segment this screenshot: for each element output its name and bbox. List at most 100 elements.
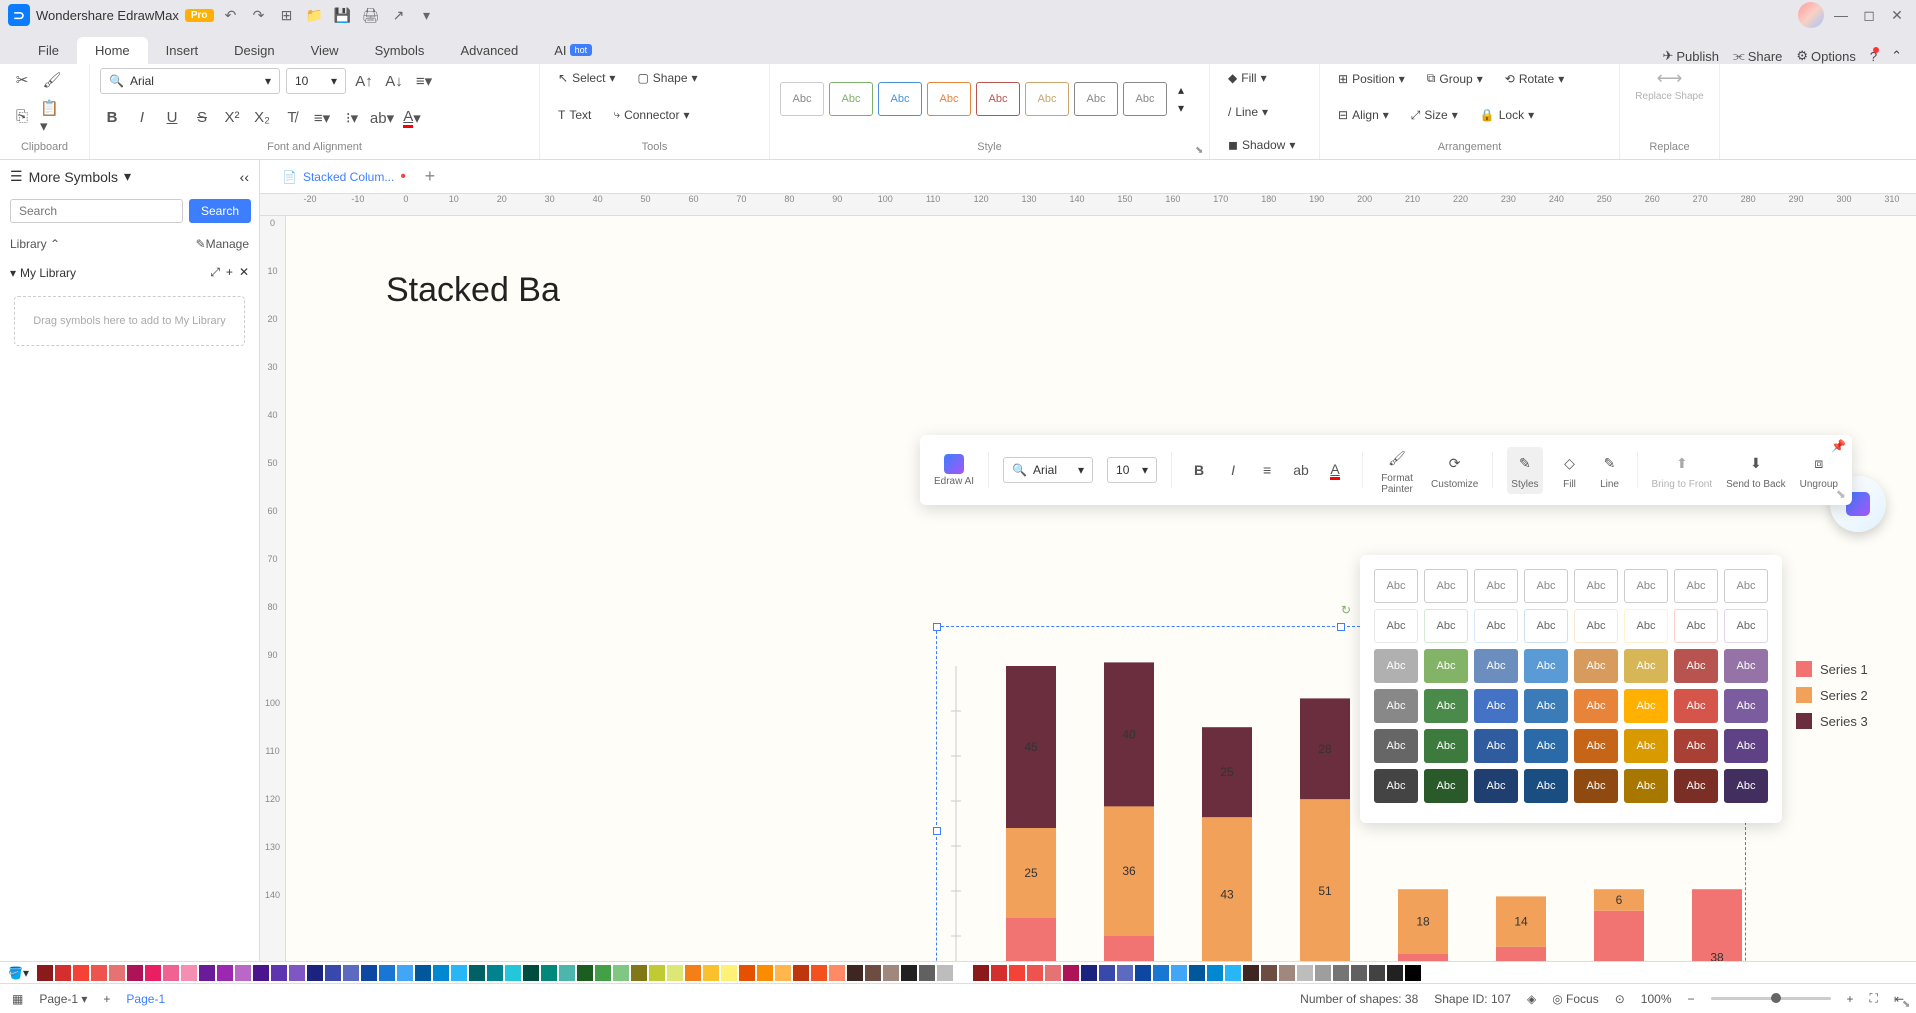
color-swatch[interactable] bbox=[1189, 965, 1205, 981]
color-swatch[interactable] bbox=[757, 965, 773, 981]
brush-icon[interactable]: 🖌 bbox=[40, 68, 64, 92]
float-bold-icon[interactable]: B bbox=[1186, 457, 1212, 483]
connector-button[interactable]: ⤷Connector▾ bbox=[605, 104, 697, 125]
search-input[interactable] bbox=[10, 199, 183, 223]
menu-view[interactable]: View bbox=[293, 37, 357, 64]
style-swatch[interactable]: Abc bbox=[1724, 569, 1768, 603]
color-swatch[interactable] bbox=[613, 965, 629, 981]
maximize-icon[interactable]: ◻ bbox=[1858, 4, 1880, 26]
line-button[interactable]: /Line▾ bbox=[1220, 102, 1309, 122]
layers-icon[interactable]: ◈ bbox=[1527, 992, 1536, 1006]
color-swatch[interactable] bbox=[1243, 965, 1259, 981]
color-swatch[interactable] bbox=[1279, 965, 1295, 981]
color-swatch[interactable] bbox=[235, 965, 251, 981]
color-swatch[interactable] bbox=[1171, 965, 1187, 981]
style-swatch[interactable]: Abc bbox=[1424, 729, 1468, 763]
options-button[interactable]: ⚙Options bbox=[1796, 48, 1855, 64]
pin-icon[interactable]: 📌 bbox=[1831, 439, 1846, 453]
zoom-thumb[interactable] bbox=[1771, 993, 1781, 1003]
copy-icon[interactable]: ⎘ bbox=[10, 105, 34, 129]
menu-ai[interactable]: AIhot bbox=[536, 37, 610, 64]
color-swatch[interactable] bbox=[847, 965, 863, 981]
style-swatch[interactable]: Abc bbox=[1474, 729, 1518, 763]
color-swatch[interactable] bbox=[883, 965, 899, 981]
search-button[interactable]: Search bbox=[189, 199, 251, 223]
color-swatch[interactable] bbox=[793, 965, 809, 981]
style-swatch[interactable]: Abc bbox=[1424, 649, 1468, 683]
color-swatch[interactable] bbox=[685, 965, 701, 981]
color-swatch[interactable] bbox=[1009, 965, 1025, 981]
menu-file[interactable]: File bbox=[20, 37, 77, 64]
increase-font-icon[interactable]: A↑ bbox=[352, 69, 376, 93]
style-swatch[interactable]: Abc bbox=[1674, 729, 1718, 763]
style-swatch[interactable]: Abc bbox=[1474, 569, 1518, 603]
style-swatch[interactable]: Abc bbox=[1374, 649, 1418, 683]
color-swatch[interactable] bbox=[1027, 965, 1043, 981]
help-button[interactable]: ? bbox=[1870, 49, 1877, 64]
color-swatch[interactable] bbox=[199, 965, 215, 981]
font-dialog-icon[interactable]: ⬊ bbox=[1902, 999, 1912, 1009]
clear-format-icon[interactable]: T̸ bbox=[280, 106, 304, 130]
color-swatch[interactable] bbox=[289, 965, 305, 981]
color-swatch[interactable] bbox=[379, 965, 395, 981]
style-swatch[interactable]: Abc bbox=[1074, 82, 1118, 116]
style-scroll-up-icon[interactable]: ▴ bbox=[1178, 83, 1184, 97]
color-swatch[interactable] bbox=[937, 965, 953, 981]
bar-segment[interactable] bbox=[1300, 799, 1350, 961]
color-swatch[interactable] bbox=[631, 965, 647, 981]
publish-button[interactable]: ✈Publish bbox=[1662, 48, 1719, 64]
style-scroll-down-icon[interactable]: ▾ bbox=[1178, 101, 1184, 115]
float-transform-icon[interactable]: ab bbox=[1288, 457, 1314, 483]
shape-button[interactable]: ▢Shape▾ bbox=[629, 68, 705, 88]
color-swatch[interactable] bbox=[361, 965, 377, 981]
paste-icon[interactable]: 📋▾ bbox=[40, 105, 64, 129]
select-button[interactable]: ↖Select▾ bbox=[550, 68, 623, 88]
bucket-icon[interactable]: 🪣▾ bbox=[8, 966, 29, 980]
my-library-row[interactable]: ▾ My Library⤢+✕ bbox=[0, 259, 259, 286]
menu-home[interactable]: Home bbox=[77, 37, 148, 64]
bullets-icon[interactable]: ⁝▾ bbox=[340, 106, 364, 130]
cut-icon[interactable]: ✂ bbox=[10, 68, 34, 92]
style-swatch[interactable]: Abc bbox=[1374, 609, 1418, 643]
style-swatch[interactable]: Abc bbox=[1674, 689, 1718, 723]
fullscreen-icon[interactable]: ⛶ bbox=[1870, 991, 1878, 1006]
style-swatch[interactable]: Abc bbox=[1574, 689, 1618, 723]
style-swatch[interactable]: Abc bbox=[1574, 609, 1618, 643]
styles-button[interactable]: ✎Styles bbox=[1507, 447, 1542, 494]
bar-segment[interactable] bbox=[1594, 911, 1644, 961]
color-swatch[interactable] bbox=[1045, 965, 1061, 981]
color-swatch[interactable] bbox=[1369, 965, 1385, 981]
style-swatch[interactable]: Abc bbox=[1674, 649, 1718, 683]
style-swatch[interactable]: Abc bbox=[1574, 569, 1618, 603]
format-painter-button[interactable]: 🖌Format Painter bbox=[1377, 445, 1417, 495]
page-tab[interactable]: Page-1 bbox=[126, 992, 165, 1006]
color-swatch[interactable] bbox=[1207, 965, 1223, 981]
color-swatch[interactable] bbox=[397, 965, 413, 981]
send-back-button[interactable]: ⬇Send to Back bbox=[1726, 451, 1785, 490]
style-swatch[interactable]: Abc bbox=[1574, 769, 1618, 803]
subscript-icon[interactable]: X₂ bbox=[250, 106, 274, 130]
avatar[interactable] bbox=[1798, 2, 1824, 28]
style-swatch[interactable]: Abc bbox=[1474, 689, 1518, 723]
share-button[interactable]: ⫘Share bbox=[1733, 48, 1782, 64]
style-swatch[interactable]: Abc bbox=[1624, 729, 1668, 763]
float-size-select[interactable]: 10▾ bbox=[1107, 457, 1157, 483]
replace-shape-button[interactable]: ⟷Replace Shape bbox=[1635, 68, 1703, 102]
style-swatch[interactable]: Abc bbox=[927, 82, 971, 116]
color-swatch[interactable] bbox=[1153, 965, 1169, 981]
color-swatch[interactable] bbox=[307, 965, 323, 981]
color-swatch[interactable] bbox=[649, 965, 665, 981]
style-swatch[interactable]: Abc bbox=[1524, 769, 1568, 803]
sel-handle-nw[interactable] bbox=[933, 623, 941, 631]
color-swatch[interactable] bbox=[1333, 965, 1349, 981]
color-swatch[interactable] bbox=[325, 965, 341, 981]
color-swatch[interactable] bbox=[1405, 965, 1421, 981]
save-icon[interactable]: 💾 bbox=[332, 4, 354, 26]
color-swatch[interactable] bbox=[559, 965, 575, 981]
style-swatch[interactable]: Abc bbox=[1524, 689, 1568, 723]
zoom-level[interactable]: 100% bbox=[1641, 992, 1672, 1006]
float-fontcolor-icon[interactable]: A bbox=[1322, 457, 1348, 483]
font-color-icon[interactable]: A▾ bbox=[400, 106, 424, 130]
menu-advanced[interactable]: Advanced bbox=[442, 37, 536, 64]
color-swatch[interactable] bbox=[163, 965, 179, 981]
